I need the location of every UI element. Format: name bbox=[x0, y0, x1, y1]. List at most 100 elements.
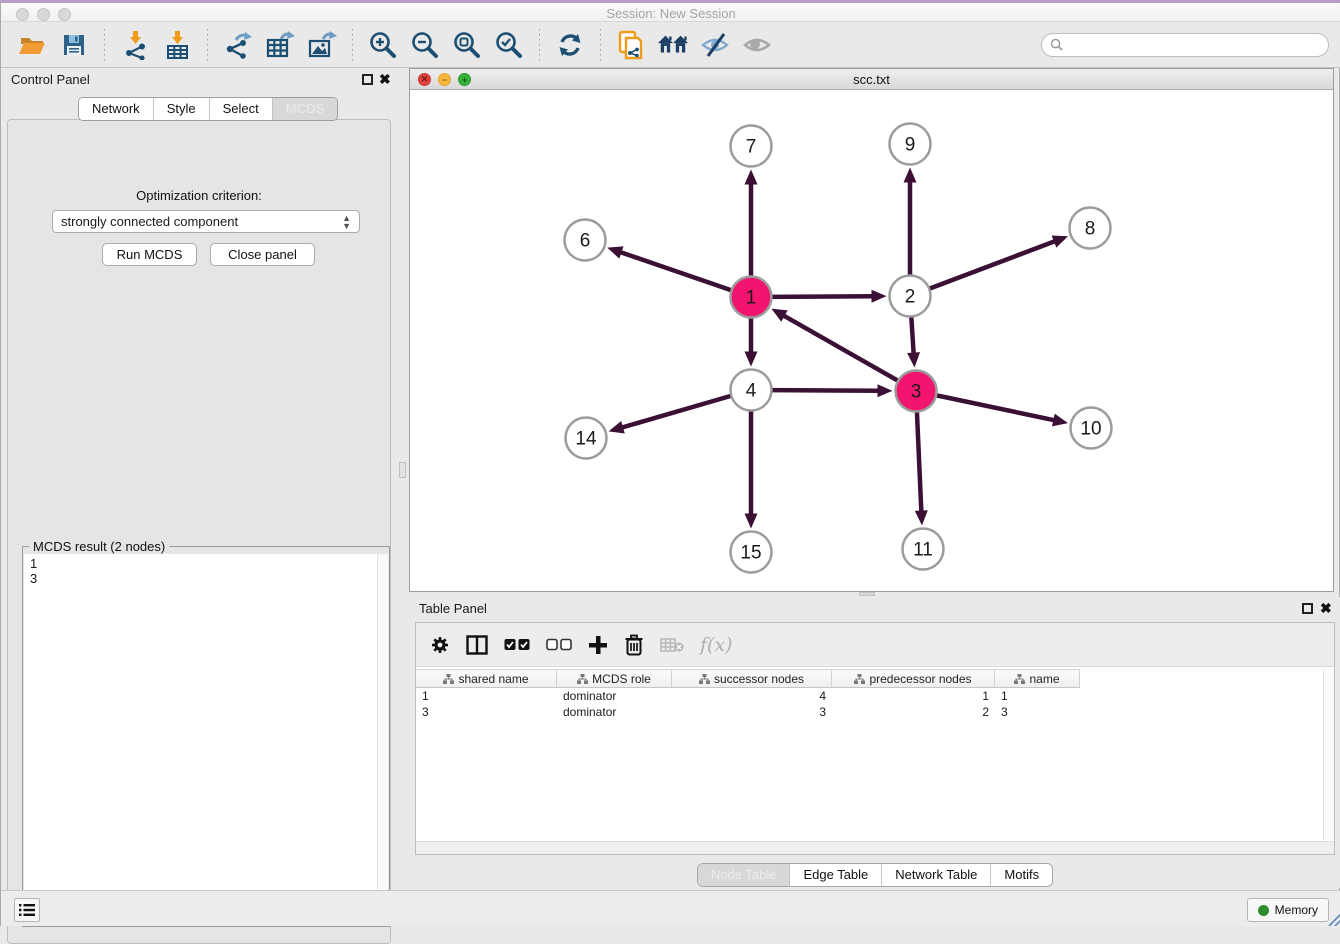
select-all-checkboxes-icon[interactable] bbox=[504, 638, 530, 652]
cell-name[interactable]: 1 bbox=[995, 688, 1080, 704]
edge-4-3[interactable] bbox=[771, 390, 879, 391]
duplicate-network-icon[interactable] bbox=[615, 29, 647, 61]
delete-column-trash-icon[interactable] bbox=[624, 634, 644, 656]
mcds-result-text[interactable]: 1 3 bbox=[24, 554, 377, 925]
table-panel-close-icon[interactable]: ✖ bbox=[1320, 600, 1332, 616]
refresh-layout-icon[interactable] bbox=[554, 29, 586, 61]
edge-3-11[interactable] bbox=[917, 411, 921, 512]
node-label-15: 15 bbox=[740, 543, 761, 564]
function-builder-icon: f(x) bbox=[700, 634, 733, 656]
horizontal-splitter-handle[interactable] bbox=[859, 592, 875, 596]
edge-2-3[interactable] bbox=[911, 316, 913, 354]
cell-shared-name[interactable]: 1 bbox=[416, 688, 557, 704]
mcds-result-scrollbar[interactable] bbox=[377, 554, 388, 925]
window-resize-grip[interactable] bbox=[1327, 912, 1340, 926]
edge-2-8[interactable] bbox=[929, 241, 1056, 289]
tab-select[interactable]: Select bbox=[209, 98, 272, 120]
table-panel-float-icon[interactable] bbox=[1302, 603, 1313, 614]
column-header-label: predecessor nodes bbox=[869, 672, 971, 686]
export-image-icon[interactable] bbox=[306, 29, 338, 61]
edge-1-6[interactable] bbox=[620, 252, 732, 290]
column-sort-icon bbox=[443, 674, 454, 684]
cell-successor-nodes[interactable]: 3 bbox=[672, 704, 832, 720]
tab-network-table[interactable]: Network Table bbox=[881, 864, 990, 886]
column-header-successor-nodes[interactable]: successor nodes bbox=[672, 669, 832, 688]
tab-network[interactable]: Network bbox=[79, 98, 153, 120]
cell-name[interactable]: 3 bbox=[995, 704, 1080, 720]
zoom-in-icon[interactable] bbox=[367, 29, 399, 61]
table-row-2[interactable]: 3dominator323 bbox=[416, 704, 1080, 720]
optimization-criterion-dropdown[interactable]: strongly connected component ▲▼ bbox=[52, 210, 360, 233]
save-session-icon[interactable] bbox=[58, 29, 90, 61]
split-columns-icon[interactable] bbox=[466, 635, 488, 655]
node-label-7: 7 bbox=[746, 137, 757, 158]
column-header-predecessor-nodes[interactable]: predecessor nodes bbox=[832, 669, 995, 688]
table-vertical-scrollbar[interactable] bbox=[1323, 669, 1334, 840]
column-header-name[interactable]: name bbox=[995, 669, 1080, 688]
toolbar-separator bbox=[207, 29, 208, 61]
cell-successor-nodes[interactable]: 4 bbox=[672, 688, 832, 704]
vertical-splitter-handle[interactable] bbox=[399, 462, 406, 478]
tab-mcds[interactable]: MCDS bbox=[272, 98, 337, 120]
tab-motifs[interactable]: Motifs bbox=[990, 864, 1052, 886]
memory-button[interactable]: Memory bbox=[1247, 898, 1329, 922]
tab-node-table[interactable]: Node Table bbox=[698, 864, 790, 886]
window-title: Session: New Session bbox=[1, 6, 1340, 21]
search-icon bbox=[1050, 38, 1063, 51]
cell-shared-name[interactable]: 3 bbox=[416, 704, 557, 720]
search-input[interactable] bbox=[1068, 38, 1320, 52]
show-all-eye-icon[interactable] bbox=[741, 29, 773, 61]
column-sort-icon bbox=[699, 674, 710, 684]
edge-arrowhead-2-3 bbox=[907, 352, 920, 367]
control-panel-close-icon[interactable]: ✖ bbox=[379, 71, 391, 87]
export-network-icon[interactable] bbox=[222, 29, 254, 61]
tab-edge-table[interactable]: Edge Table bbox=[789, 864, 881, 886]
table-row-1[interactable]: 1dominator411 bbox=[416, 688, 1080, 704]
edge-arrowhead-4-3 bbox=[877, 384, 892, 397]
cell-predecessor-nodes[interactable]: 2 bbox=[832, 704, 995, 720]
zoom-out-icon[interactable] bbox=[409, 29, 441, 61]
close-panel-button[interactable]: Close panel bbox=[210, 243, 315, 266]
column-header-shared-name[interactable]: shared name bbox=[416, 669, 557, 688]
fit-content-icon[interactable] bbox=[451, 29, 483, 61]
cell-MCDS-role[interactable]: dominator bbox=[557, 688, 672, 704]
edge-4-14[interactable] bbox=[621, 396, 731, 428]
search-field[interactable] bbox=[1041, 33, 1329, 57]
run-mcds-button[interactable]: Run MCDS bbox=[102, 243, 197, 266]
import-network-icon[interactable] bbox=[119, 29, 151, 61]
task-history-button[interactable] bbox=[14, 898, 40, 922]
table-toolbar: f(x) bbox=[416, 623, 1334, 667]
delete-table-icon bbox=[660, 637, 684, 653]
open-session-icon[interactable] bbox=[16, 29, 48, 61]
edge-arrowhead-3-10 bbox=[1052, 414, 1068, 427]
gear-icon[interactable] bbox=[430, 635, 450, 655]
table-panel-title: Table Panel bbox=[419, 601, 487, 616]
deselect-all-checkboxes-icon[interactable] bbox=[546, 638, 572, 652]
edge-arrowhead-1-6 bbox=[607, 246, 623, 258]
zoom-selected-icon[interactable] bbox=[493, 29, 525, 61]
node-label-8: 8 bbox=[1085, 219, 1096, 240]
import-table-icon[interactable] bbox=[161, 29, 193, 61]
edge-3-10[interactable] bbox=[936, 395, 1055, 420]
tab-style[interactable]: Style bbox=[153, 98, 209, 120]
cell-predecessor-nodes[interactable]: 1 bbox=[832, 688, 995, 704]
memory-status-dot bbox=[1258, 905, 1269, 916]
add-column-icon[interactable] bbox=[588, 635, 608, 655]
edge-arrowhead-1-2 bbox=[871, 290, 886, 303]
edge-arrowhead-1-7 bbox=[745, 170, 758, 185]
cell-MCDS-role[interactable]: dominator bbox=[557, 704, 672, 720]
table-panel-header: Table Panel ✖ bbox=[409, 597, 1340, 621]
control-panel-float-icon[interactable] bbox=[362, 74, 373, 85]
edge-arrowhead-4-14 bbox=[609, 421, 625, 433]
open-ndex-houses-icon[interactable] bbox=[657, 29, 689, 61]
status-bar: Memory bbox=[1, 890, 1340, 926]
network-canvas[interactable]: 7968124314101511 bbox=[410, 90, 1333, 591]
edge-3-1[interactable] bbox=[783, 315, 898, 381]
hide-selected-eye-icon[interactable] bbox=[699, 29, 731, 61]
column-header-MCDS-role[interactable]: MCDS role bbox=[557, 669, 672, 688]
table-horizontal-scrollbar[interactable] bbox=[416, 841, 1334, 854]
network-window-titlebar: ✕ − + scc.txt bbox=[410, 69, 1333, 90]
edge-1-2[interactable] bbox=[771, 296, 873, 297]
table-header-row: shared nameMCDS rolesuccessor nodes prede… bbox=[416, 669, 1080, 688]
export-table-icon[interactable] bbox=[264, 29, 296, 61]
